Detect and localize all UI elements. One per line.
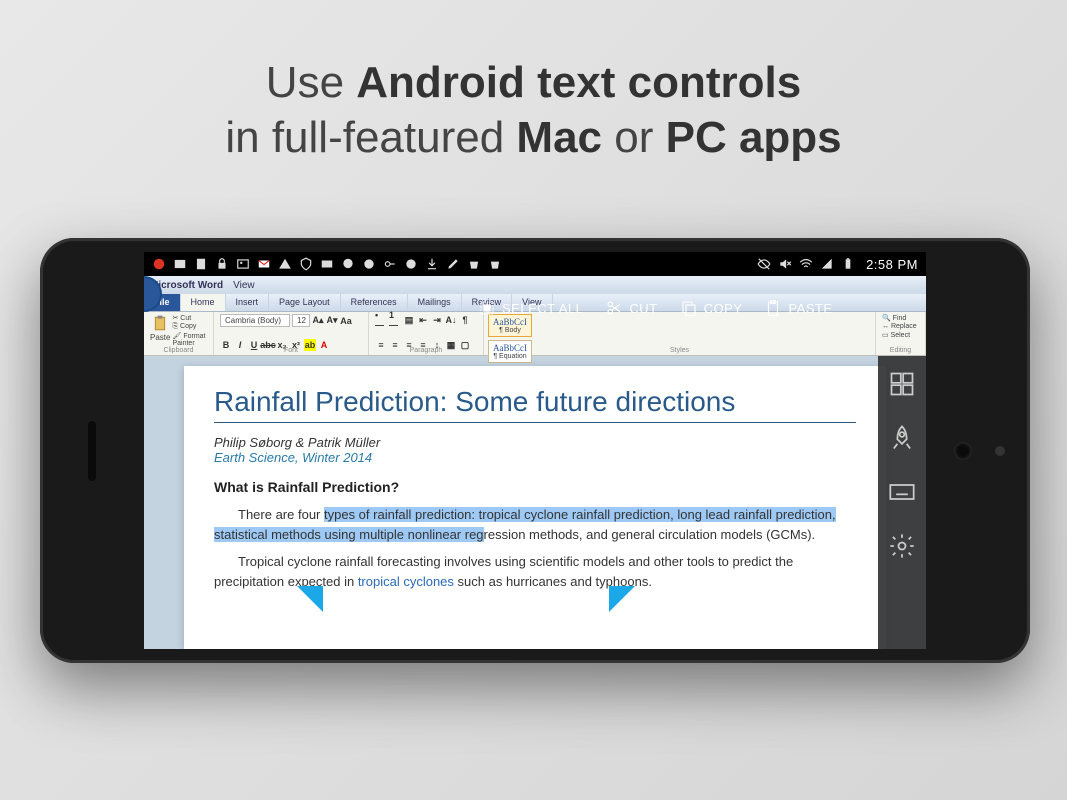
select-all-button[interactable]: SELECT ALL bbox=[478, 299, 583, 317]
paste-button[interactable]: Paste bbox=[150, 314, 170, 342]
decrease-indent-button[interactable]: ⇤ bbox=[417, 314, 429, 326]
gmail-icon bbox=[257, 257, 271, 271]
grow-font-button[interactable]: A▴ bbox=[312, 315, 324, 327]
select-button[interactable]: ▭ Select bbox=[882, 331, 919, 339]
remote-side-toolbar bbox=[878, 356, 926, 649]
pencil-icon bbox=[446, 257, 460, 271]
copy-icon bbox=[680, 299, 698, 317]
ribbon-group-font: Cambria (Body) 12 A▴ A▾ Aa B I U abc x₂ … bbox=[214, 312, 369, 355]
settings-button[interactable] bbox=[888, 532, 916, 560]
shop-icon bbox=[467, 257, 481, 271]
phone-frame: 2:58 PM Microsoft Word View File Home In… bbox=[40, 238, 1030, 663]
document-authors: Philip Søborg & Patrik Müller bbox=[214, 435, 856, 450]
shrink-font-button[interactable]: A▾ bbox=[326, 315, 338, 327]
document-journal: Earth Science, Winter 2014 bbox=[214, 450, 856, 465]
hangouts-icon bbox=[341, 257, 355, 271]
document-paragraph: Tropical cyclone rainfall forecasting in… bbox=[214, 552, 856, 591]
select-all-icon bbox=[478, 299, 496, 317]
numbering-button[interactable]: 1— bbox=[389, 314, 401, 326]
increase-indent-button[interactable]: ⇥ bbox=[431, 314, 443, 326]
image-icon bbox=[236, 257, 250, 271]
cut-button[interactable]: ✂ Cut bbox=[172, 314, 207, 322]
ribbon-tab-home[interactable]: Home bbox=[181, 294, 226, 311]
cut-button[interactable]: CUT bbox=[605, 299, 657, 317]
android-status-bar: 2:58 PM bbox=[144, 252, 926, 276]
notification-icon bbox=[404, 257, 418, 271]
selection-handle-end[interactable] bbox=[609, 586, 635, 612]
battery-icon bbox=[841, 257, 855, 271]
lock-icon bbox=[215, 257, 229, 271]
change-case-button[interactable]: Aa bbox=[340, 315, 352, 327]
format-painter-button[interactable]: 🖌 Format Painter bbox=[172, 332, 207, 347]
replace-button[interactable]: ↔ Replace bbox=[882, 323, 919, 330]
scissors-icon bbox=[605, 299, 623, 317]
clipboard-icon bbox=[764, 299, 782, 317]
shield-icon bbox=[299, 257, 313, 271]
ribbon-tab-references[interactable]: References bbox=[341, 294, 408, 311]
document-page: Rainfall Prediction: Some future directi… bbox=[184, 366, 886, 649]
text-selection-toolbar: SELECT ALL CUT COPY PASTE bbox=[464, 294, 926, 322]
phone-camera bbox=[954, 442, 972, 460]
app-title-bar: Microsoft Word View bbox=[144, 276, 926, 294]
phone-screen: 2:58 PM Microsoft Word View File Home In… bbox=[144, 252, 926, 649]
document-heading: What is Rainfall Prediction? bbox=[214, 479, 856, 495]
document-title: Rainfall Prediction: Some future directi… bbox=[214, 386, 856, 423]
notification-icon bbox=[152, 257, 166, 271]
promo-headline: Use Android text controls in full-featur… bbox=[0, 0, 1067, 165]
phone-speaker bbox=[88, 421, 96, 481]
copy-button[interactable]: ⎘ Copy bbox=[172, 323, 207, 331]
rocket-button[interactable] bbox=[888, 424, 916, 452]
mail-icon bbox=[320, 257, 334, 271]
notification-icon bbox=[362, 257, 376, 271]
font-size-select[interactable]: 12 bbox=[292, 314, 310, 327]
paste-button[interactable]: PASTE bbox=[764, 299, 832, 317]
warning-icon bbox=[278, 257, 292, 271]
eye-off-icon bbox=[757, 257, 771, 271]
ribbon-group-clipboard: Paste ✂ Cut ⎘ Copy 🖌 Format Painter Clip… bbox=[144, 312, 214, 355]
multilevel-button[interactable]: ▤ bbox=[403, 314, 415, 326]
keyboard-button[interactable] bbox=[888, 478, 916, 506]
windows-button[interactable] bbox=[888, 370, 916, 398]
notification-icon bbox=[173, 257, 187, 271]
document-viewport[interactable]: Rainfall Prediction: Some future directi… bbox=[144, 356, 926, 649]
signal-icon bbox=[820, 257, 834, 271]
ribbon-tab-file[interactable]: File bbox=[144, 294, 181, 311]
copy-button[interactable]: COPY bbox=[680, 299, 743, 317]
sort-button[interactable]: A↓ bbox=[445, 314, 457, 326]
download-icon bbox=[425, 257, 439, 271]
ribbon-tab-page-layout[interactable]: Page Layout bbox=[269, 294, 341, 311]
shop-icon bbox=[488, 257, 502, 271]
status-clock: 2:58 PM bbox=[866, 257, 918, 272]
phone-sensor bbox=[995, 446, 1005, 456]
notification-icon bbox=[194, 257, 208, 271]
ribbon-tab-insert[interactable]: Insert bbox=[226, 294, 270, 311]
font-family-select[interactable]: Cambria (Body) bbox=[220, 314, 290, 327]
bullets-button[interactable]: •— bbox=[375, 314, 387, 326]
document-paragraph: There are four types of rainfall predict… bbox=[214, 505, 856, 544]
key-icon bbox=[383, 257, 397, 271]
mute-icon bbox=[778, 257, 792, 271]
ribbon-tab-mailings[interactable]: Mailings bbox=[408, 294, 462, 311]
wifi-icon bbox=[799, 257, 813, 271]
